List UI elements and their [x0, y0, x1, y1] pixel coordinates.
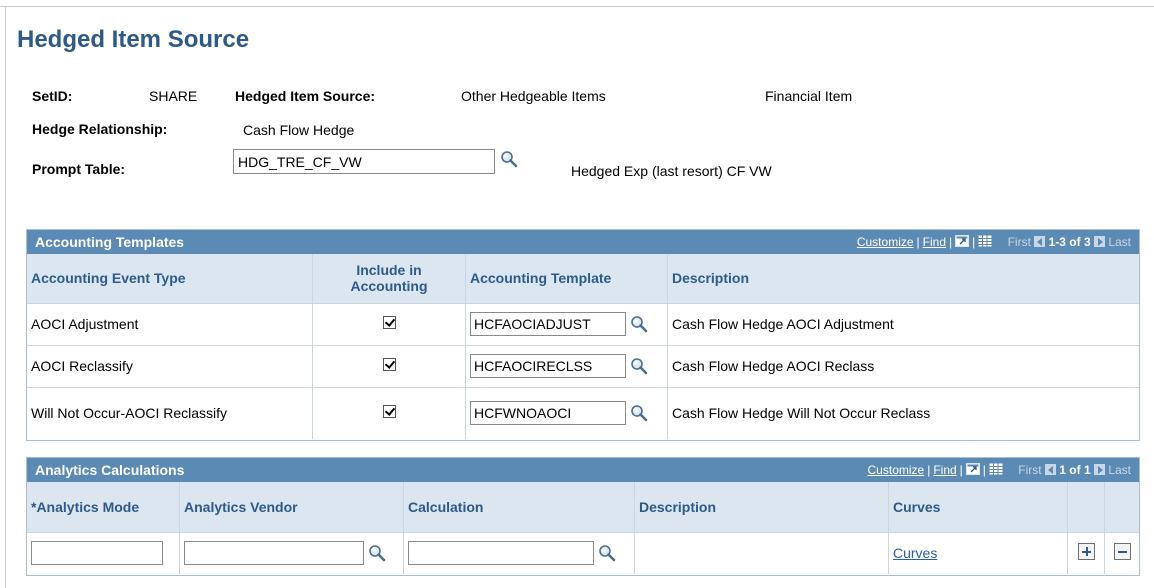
column-header: *Analytics Mode: [27, 482, 180, 533]
previous-icon[interactable]: [1044, 464, 1056, 475]
last-label[interactable]: Last: [1108, 463, 1131, 477]
left-divider: [5, 6, 6, 588]
include-checkbox[interactable]: [382, 316, 396, 329]
accounting-template-input[interactable]: [470, 312, 626, 336]
include-checkbox[interactable]: [382, 405, 396, 419]
accounting-templates-grid: Accounting Templates Customize | Find | | Fi…: [26, 229, 1140, 441]
first-label[interactable]: First: [1018, 463, 1041, 477]
setid-label: SetID:: [32, 88, 73, 104]
analytics-mode-input[interactable]: [31, 541, 163, 566]
view-all-icon[interactable]: [965, 463, 980, 475]
event-type-cell: Will Not Occur-AOCI Reclassify: [27, 387, 313, 439]
prompt-table-lookup-icon[interactable]: [500, 150, 518, 168]
description-cell: [634, 532, 889, 574]
setid-value: SHARE: [149, 88, 198, 104]
include-checkbox[interactable]: [382, 358, 396, 371]
find-link[interactable]: Find: [933, 463, 956, 477]
column-header: Include in Accounting: [312, 254, 466, 304]
description-cell: Cash Flow Hedge AOCI Adjustment: [667, 303, 1139, 346]
page-title: Hedged Item Source: [17, 26, 250, 53]
hedged-item-source-label: Hedged Item Source:: [235, 88, 376, 104]
view-all-icon[interactable]: [955, 235, 970, 247]
grid-download-icon[interactable]: [989, 463, 1003, 475]
item-type-value: Financial Item: [765, 88, 853, 104]
last-label[interactable]: Last: [1108, 235, 1131, 249]
accounting-template-input[interactable]: [470, 401, 626, 426]
event-type-cell: AOCI Adjustment: [27, 303, 313, 346]
accounting-templates-title: Accounting Templates: [35, 234, 185, 250]
magnifier-icon[interactable]: [598, 544, 616, 562]
accounting-template-input[interactable]: [470, 354, 626, 378]
row-range: 1-3 of 3: [1048, 235, 1091, 249]
accounting-templates-nav: Customize | Find | | First 1-3 of 3 Last: [856, 235, 1131, 249]
hedge-relationship-label: Hedge Relationship:: [32, 121, 168, 137]
prompt-table-input[interactable]: [233, 149, 495, 174]
column-header: Accounting Event Type: [27, 254, 313, 304]
analytics-calculations-header: Analytics Calculations Customize | Find | | …: [27, 458, 1139, 482]
table-row: Curves: [27, 532, 1139, 574]
magnifier-icon[interactable]: [630, 404, 648, 422]
next-icon[interactable]: [1093, 236, 1105, 247]
find-link[interactable]: Find: [923, 235, 946, 249]
accounting-templates-header: Accounting Templates Customize | Find | | Fi…: [27, 230, 1139, 254]
table-row: Will Not Occur-AOCI Reclassify Cash Flow…: [27, 387, 1139, 439]
table-row: AOCI Adjustment Cash Flow Hedge AOCI Adj…: [27, 303, 1139, 346]
curves-link[interactable]: Curves: [893, 545, 937, 561]
magnifier-icon[interactable]: [630, 315, 648, 333]
delete-row-button[interactable]: [1113, 543, 1131, 561]
analytics-calculations-title: Analytics Calculations: [35, 462, 185, 478]
analytics-calculations-nav: Customize | Find | | First 1 of 1 Last: [867, 463, 1131, 477]
grid-download-icon[interactable]: [978, 235, 992, 247]
top-divider: [0, 6, 1154, 7]
add-row-button[interactable]: [1077, 543, 1095, 561]
event-type-cell: AOCI Reclassify: [27, 345, 313, 388]
description-cell: Cash Flow Hedge AOCI Reclass: [667, 345, 1139, 388]
column-header: Description: [634, 482, 889, 533]
next-icon[interactable]: [1093, 464, 1105, 475]
analytics-vendor-input[interactable]: [184, 541, 364, 566]
hedged-item-source-value: Other Hedgeable Items: [461, 88, 606, 104]
hedge-relationship-value: Cash Flow Hedge: [243, 122, 355, 138]
previous-icon[interactable]: [1034, 236, 1046, 247]
column-header: Curves: [888, 482, 1068, 533]
calculation-input[interactable]: [408, 541, 594, 566]
description-cell: Cash Flow Hedge Will Not Occur Reclass: [672, 405, 931, 422]
accounting-templates-table: Accounting Event Type Include in Account…: [27, 254, 1139, 439]
analytics-calculations-grid: Analytics Calculations Customize | Find | | …: [26, 457, 1140, 576]
customize-link[interactable]: Customize: [857, 235, 914, 249]
column-header: Description: [667, 254, 1139, 304]
magnifier-icon[interactable]: [368, 544, 386, 562]
analytics-calculations-table: *Analytics Mode Analytics Vendor Calcula…: [27, 482, 1139, 574]
row-range: 1 of 1: [1059, 463, 1091, 477]
column-header: Accounting Template: [465, 254, 668, 304]
column-header: Calculation: [403, 482, 635, 533]
prompt-table-label: Prompt Table:: [32, 161, 126, 177]
prompt-table-description: Hedged Exp (last resort) CF VW: [571, 163, 772, 179]
table-row: AOCI Reclassify Cash Flow Hedge AOCI Rec…: [27, 345, 1139, 388]
customize-link[interactable]: Customize: [868, 463, 925, 477]
magnifier-icon[interactable]: [630, 357, 648, 375]
first-label[interactable]: First: [1008, 235, 1031, 249]
column-header: Analytics Vendor: [179, 482, 404, 533]
